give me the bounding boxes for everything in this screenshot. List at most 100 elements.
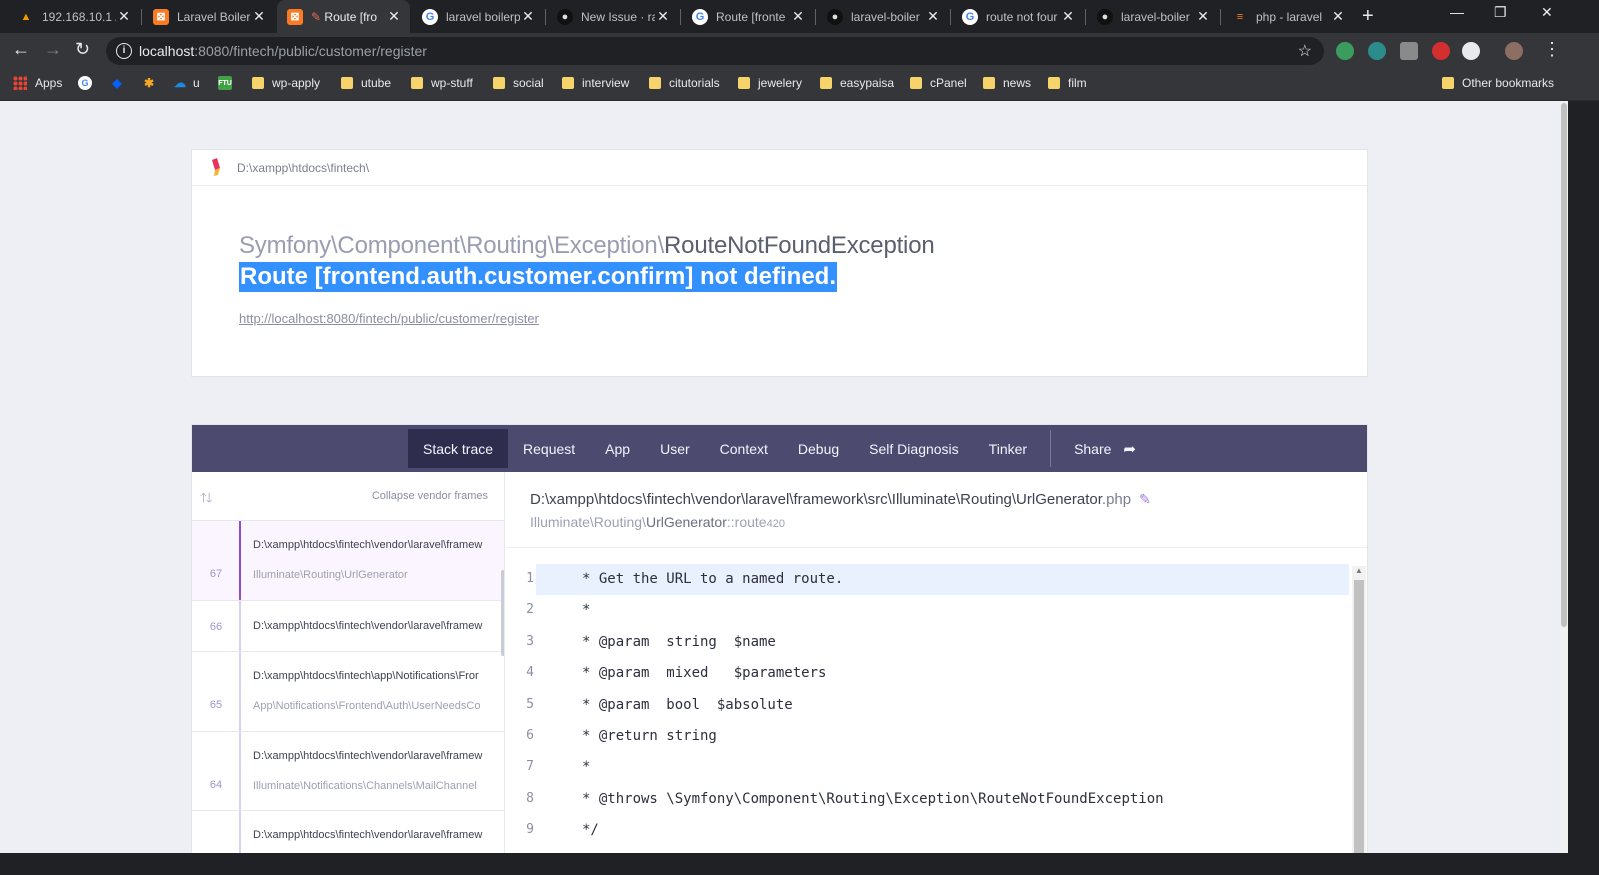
tab-user[interactable]: User <box>645 429 705 468</box>
tab-strip: ▲ 192.168.10.1 / ✕ ⊠ Laravel Boiler ✕ ⊠ … <box>0 0 1599 33</box>
bookmark-google[interactable]: G <box>78 76 98 90</box>
folder-icon <box>562 77 574 89</box>
bottom-bar <box>0 853 1599 875</box>
close-tab-icon[interactable]: ✕ <box>1060 8 1076 25</box>
bookmark-folder[interactable]: easypaisa <box>820 76 894 90</box>
browser-toolbar: ← → ↻ i localhost:8080/fintech/public/cu… <box>0 33 1599 69</box>
folder-icon <box>411 77 423 89</box>
stack-frame[interactable]: 65 D:\xampp\htdocs\fintech\app\Notificat… <box>192 652 504 732</box>
code-scrollbar[interactable]: ▲ <box>1352 566 1366 853</box>
google-icon: G <box>692 8 708 25</box>
stack-frame[interactable]: D:\xampp\htdocs\fintech\vendor\laravel\f… <box>192 811 504 853</box>
tab-self-diagnosis[interactable]: Self Diagnosis <box>854 429 974 468</box>
restore-icon[interactable]: ❐ <box>1494 4 1507 21</box>
code-line: 5 * @param bool $absolute <box>526 696 793 713</box>
recycle-extension-icon[interactable] <box>1368 42 1386 60</box>
browser-tab[interactable]: ● laravel-boiler ✕ <box>817 0 949 33</box>
scroll-up-icon[interactable]: ▲ <box>1355 566 1363 575</box>
browser-tab-active[interactable]: ⊠ ✎ Route [fro ✕ <box>277 0 410 33</box>
browser-tab[interactable]: ⊠ Laravel Boiler ✕ <box>143 0 275 33</box>
edit-pencil-icon[interactable]: ✎ <box>1139 491 1151 507</box>
frames-scrollbar[interactable] <box>501 570 504 656</box>
new-tab-plus-icon[interactable]: + <box>1362 5 1374 28</box>
browser-tab[interactable]: G laravel boilerp ✕ <box>412 0 544 33</box>
close-tab-icon[interactable]: ✕ <box>386 8 402 25</box>
sort-arrows-icon[interactable]: 🡑🡓 <box>200 489 212 511</box>
bookmark-bee[interactable]: ✱ <box>142 76 162 90</box>
browser-tab[interactable]: G route not four ✕ <box>952 0 1084 33</box>
info-icon[interactable]: i <box>116 43 132 59</box>
bookmark-folder[interactable]: film <box>1048 76 1087 90</box>
bookmark-dropbox[interactable]: ◆ <box>110 76 130 90</box>
exception-message: Route [frontend.auth.customer.confirm] n… <box>239 262 837 292</box>
share-button[interactable]: Share ➦ <box>1059 429 1151 468</box>
bookmark-folder[interactable]: jewelery <box>738 76 802 90</box>
bookmark-folder[interactable]: news <box>983 76 1031 90</box>
tab-divider <box>1050 430 1052 467</box>
code-viewer: 1 * Get the URL to a named route. 2 * 3 * @… <box>506 564 1367 853</box>
back-arrow-icon[interactable]: ← <box>12 39 30 60</box>
tab-app[interactable]: App <box>590 429 645 468</box>
browser-tab[interactable]: ● laravel-boiler ✕ <box>1087 0 1219 33</box>
bookmark-folder[interactable]: citutorials <box>649 76 720 90</box>
google-icon: G <box>422 8 438 25</box>
tab-context[interactable]: Context <box>705 429 783 468</box>
bookmarks-bar: Apps G ◆ ✱ ☁ u FTU wp-apply utube wp-stuf… <box>0 69 1599 101</box>
code-header: D:\xampp\htdocs\fintech\vendor\laravel\f… <box>506 472 1367 548</box>
tab-debug[interactable]: Debug <box>783 429 854 468</box>
bookmark-folder[interactable]: interview <box>562 76 629 90</box>
page-scrollbar[interactable] <box>1560 101 1568 853</box>
bookmark-folder[interactable]: utube <box>341 76 391 90</box>
browser-tab[interactable]: ● New Issue · ra ✕ <box>547 0 679 33</box>
tab-request[interactable]: Request <box>508 429 590 468</box>
folder-icon <box>252 77 264 89</box>
error-pencil-icon: ✎ <box>311 9 322 24</box>
exception-class: Symfony\Component\Routing\Exception\Rout… <box>239 232 935 259</box>
close-window-icon[interactable]: ✕ <box>1541 4 1553 21</box>
forward-arrow-icon[interactable]: → <box>44 39 62 60</box>
extension-icon[interactable] <box>1462 42 1480 60</box>
bookmark-other[interactable]: Other bookmarks <box>1442 76 1554 90</box>
bookmark-folder[interactable]: wp-apply <box>252 76 320 90</box>
extension-icon[interactable] <box>1336 42 1354 60</box>
bookmark-apps[interactable]: Apps <box>13 76 62 90</box>
stack-frame[interactable]: 67 D:\xampp\htdocs\fintech\vendor\larave… <box>192 521 504 601</box>
folder-icon <box>983 77 995 89</box>
code-line: 8 * @throws \Symfony\Component\Routing\Ex… <box>526 790 1164 807</box>
bookmark-folder[interactable]: social <box>493 76 544 90</box>
address-bar[interactable]: i localhost:8080/fintech/public/customer… <box>106 37 1324 65</box>
share-arrow-icon: ➦ <box>1123 440 1136 458</box>
close-tab-icon[interactable]: ✕ <box>1195 8 1211 25</box>
folder-icon <box>820 77 832 89</box>
code-line: 3 * @param string $name <box>526 633 776 650</box>
bookmark-ftu[interactable]: FTU <box>218 76 238 90</box>
close-tab-icon[interactable]: ✕ <box>520 8 536 25</box>
bookmark-folder[interactable]: cPanel <box>910 76 967 90</box>
bookmark-star-icon[interactable]: ☆ <box>1298 41 1312 61</box>
browser-tab[interactable]: ▲ 192.168.10.1 / ✕ <box>8 0 140 33</box>
close-tab-icon[interactable]: ✕ <box>925 8 941 25</box>
error-card: D:\xampp\htdocs\fintech\ Symfony\Compone… <box>191 149 1368 377</box>
folder-icon <box>1442 77 1454 89</box>
close-tab-icon[interactable]: ✕ <box>655 8 671 25</box>
adblock-extension-icon[interactable] <box>1432 42 1450 60</box>
close-tab-icon[interactable]: ✕ <box>1330 8 1346 25</box>
reload-icon[interactable]: ↻ <box>75 39 90 60</box>
bookmark-folder[interactable]: wp-stuff <box>411 76 473 90</box>
close-tab-icon[interactable]: ✕ <box>790 8 806 25</box>
menu-dots-icon[interactable]: ⋮ <box>1543 39 1561 60</box>
tab-tinker[interactable]: Tinker <box>974 429 1042 468</box>
bookmark-u[interactable]: ☁ u <box>173 76 200 90</box>
tab-stack-trace[interactable]: Stack trace <box>407 429 509 468</box>
browser-tab[interactable]: G Route [fronte ✕ <box>682 0 814 33</box>
collapse-vendor-frames-button[interactable]: Collapse vendor frames <box>372 490 488 502</box>
close-tab-icon[interactable]: ✕ <box>116 8 132 25</box>
close-tab-icon[interactable]: ✕ <box>251 8 267 25</box>
stack-frame[interactable]: 64 D:\xampp\htdocs\fintech\vendor\larave… <box>192 732 504 811</box>
minimize-icon[interactable]: — <box>1450 4 1464 20</box>
stack-frame[interactable]: 66 D:\xampp\htdocs\fintech\vendor\larave… <box>192 601 504 652</box>
request-url-link[interactable]: http://localhost:8080/fintech/public/cus… <box>239 311 539 326</box>
extension-icon[interactable] <box>1400 42 1418 60</box>
browser-tab[interactable]: ≡ php - laravel ✕ <box>1222 0 1354 33</box>
avatar[interactable] <box>1505 42 1523 60</box>
